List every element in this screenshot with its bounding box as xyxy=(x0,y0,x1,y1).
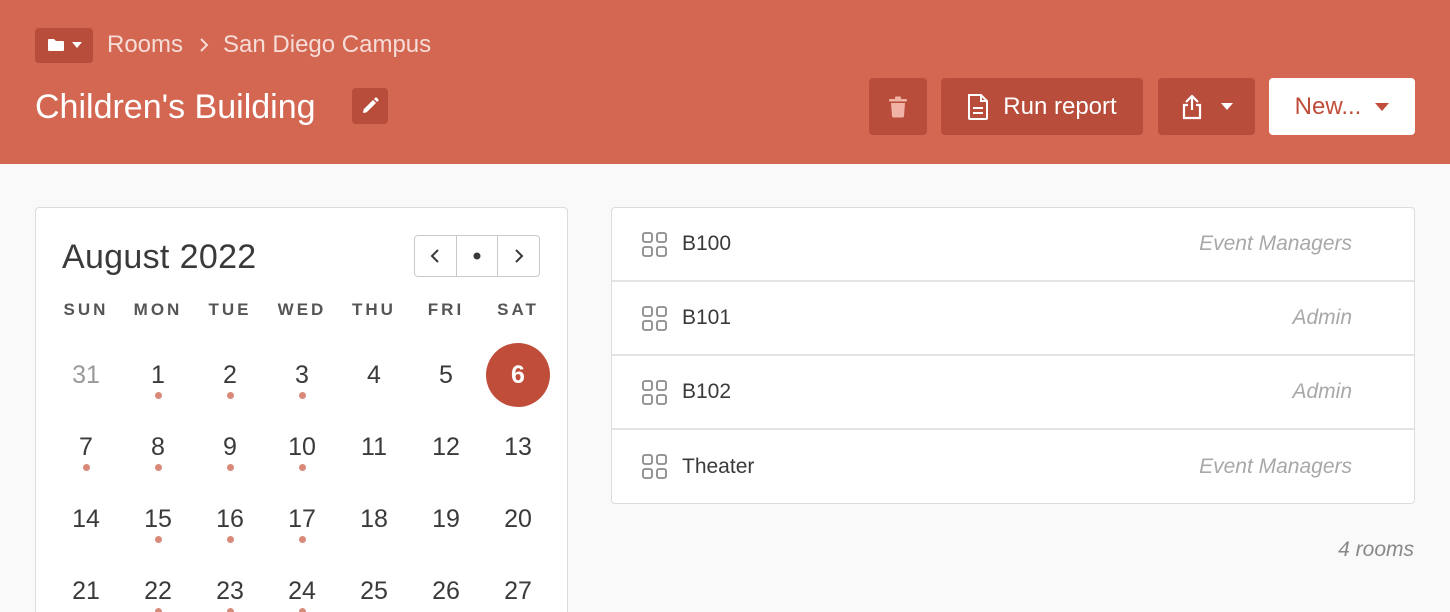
event-dot xyxy=(298,392,306,399)
grid-icon xyxy=(642,380,667,405)
event-dot xyxy=(226,464,234,471)
grid-icon xyxy=(642,232,667,257)
calendar-day-today[interactable]: 6 xyxy=(486,343,550,407)
weekday-header: WED xyxy=(277,300,327,319)
event-dot xyxy=(226,608,234,612)
calendar-day[interactable]: 23 xyxy=(198,559,262,612)
weekday-header: TUE xyxy=(208,300,252,319)
weekday-header: MON xyxy=(133,300,183,319)
rooms-count: 4 rooms xyxy=(1338,538,1414,561)
room-name: B101 xyxy=(682,306,732,329)
room-owner: Admin xyxy=(1292,306,1352,329)
calendar-month-year: August 2022 xyxy=(62,238,257,277)
room-row[interactable]: B102 Admin xyxy=(612,356,1414,430)
trash-icon xyxy=(889,96,907,117)
room-row[interactable]: Theater Event Managers xyxy=(612,430,1414,504)
edit-title-button[interactable] xyxy=(352,88,388,124)
breadcrumb-campus[interactable]: San Diego Campus xyxy=(223,31,431,59)
calendar-day[interactable]: 26 xyxy=(414,559,478,612)
calendar-day[interactable]: 24 xyxy=(270,559,334,612)
room-name: B100 xyxy=(682,232,732,255)
event-dot xyxy=(82,464,90,471)
calendar-day[interactable]: 21 xyxy=(54,559,118,612)
weekday-header: SAT xyxy=(497,300,539,319)
calendar-day[interactable]: 22 xyxy=(126,559,190,612)
document-icon xyxy=(968,93,989,120)
calendar-nav xyxy=(414,235,540,277)
chevron-right-icon xyxy=(199,37,209,53)
calendar-month: August xyxy=(62,238,170,276)
folder-menu-button[interactable] xyxy=(35,27,93,63)
calendar-year: 2022 xyxy=(179,238,257,276)
room-name: B102 xyxy=(682,380,732,403)
event-dot xyxy=(298,536,306,543)
caret-down-icon xyxy=(1220,103,1233,110)
share-icon xyxy=(1182,93,1201,119)
room-owner: Event Managers xyxy=(1199,232,1352,255)
share-button[interactable] xyxy=(1158,78,1255,135)
breadcrumb: Rooms San Diego Campus xyxy=(35,27,431,63)
dot-icon xyxy=(473,252,481,260)
weekday-header: FRI xyxy=(427,300,465,319)
breadcrumb-rooms[interactable]: Rooms xyxy=(107,31,183,59)
next-month-button[interactable] xyxy=(497,236,539,276)
prev-month-button[interactable] xyxy=(415,236,456,276)
event-dot xyxy=(298,608,306,612)
delete-button[interactable] xyxy=(869,78,927,135)
event-dot xyxy=(154,608,162,612)
page-header: Rooms San Diego Campus Children's Buildi… xyxy=(0,0,1450,164)
event-dot xyxy=(154,464,162,471)
room-owner: Admin xyxy=(1292,380,1352,403)
event-dot xyxy=(226,536,234,543)
page-title: Children's Building xyxy=(35,88,316,126)
caret-down-icon xyxy=(71,42,82,48)
folder-icon xyxy=(47,39,64,51)
calendar-day[interactable]: 25 xyxy=(342,559,406,612)
pencil-icon xyxy=(363,97,379,113)
room-owner: Event Managers xyxy=(1199,455,1352,478)
calendar-day[interactable]: 13 xyxy=(486,415,550,479)
today-button[interactable] xyxy=(455,236,498,276)
run-report-button[interactable]: Run report xyxy=(941,78,1143,135)
calendar-day[interactable]: 19 xyxy=(414,487,478,551)
run-report-label: Run report xyxy=(1003,92,1117,120)
calendar-day[interactable]: 4 xyxy=(342,343,406,407)
chevron-left-icon xyxy=(430,249,440,263)
event-dot xyxy=(298,464,306,471)
event-dot xyxy=(154,392,162,399)
room-row[interactable]: B100 Event Managers xyxy=(612,208,1414,282)
new-button[interactable]: New... xyxy=(1269,78,1415,135)
weekday-header: THU xyxy=(352,300,396,319)
calendar-day[interactable]: 31 xyxy=(54,343,118,407)
weekday-header: SUN xyxy=(63,300,109,319)
calendar-day[interactable]: 18 xyxy=(342,487,406,551)
grid-icon xyxy=(642,306,667,331)
calendar-day[interactable]: 27 xyxy=(486,559,550,612)
event-dot xyxy=(226,392,234,399)
calendar-day[interactable]: 5 xyxy=(414,343,478,407)
event-dot xyxy=(154,536,162,543)
calendar-day[interactable]: 12 xyxy=(414,415,478,479)
rooms-list: B100 Event Managers B101 Admin B102 Admin Thea… xyxy=(611,207,1415,504)
calendar-day[interactable]: 14 xyxy=(54,487,118,551)
calendar: August 2022 SUN MON TUE WED THU FRI SAT 31 1 2 3 4 5 6… xyxy=(35,207,568,612)
calendar-day[interactable]: 11 xyxy=(342,415,406,479)
calendar-day[interactable]: 20 xyxy=(486,487,550,551)
new-label: New... xyxy=(1294,92,1362,120)
grid-icon xyxy=(642,454,667,479)
chevron-right-icon xyxy=(514,249,524,263)
room-row[interactable]: B101 Admin xyxy=(612,282,1414,356)
caret-down-icon xyxy=(1375,102,1390,111)
room-name: Theater xyxy=(682,455,755,478)
